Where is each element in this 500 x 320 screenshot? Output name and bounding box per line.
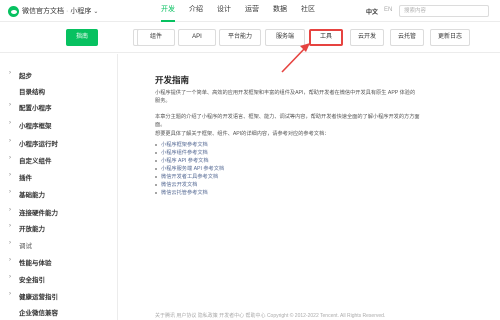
chevron-right-icon: › — [9, 274, 11, 280]
link-server-api-ref[interactable]: 小程序服务端 API 参考文档 — [155, 165, 224, 173]
chevron-right-icon: › — [9, 257, 11, 263]
chevron-right-icon: › — [9, 102, 11, 108]
sidebar: › 起步 目录结构 › 配置小程序 › 小程序框架 › 小程序运行时 › 自定义组件 › 插… — [0, 54, 118, 320]
tab-cloud-hosting[interactable]: 云托管 — [390, 29, 424, 46]
sidebar-item-label: 健康运营指引 — [19, 294, 58, 301]
sidebar-item-custom-component[interactable]: › 自定义组件 — [0, 153, 118, 167]
chevron-right-icon: › — [9, 291, 11, 297]
tab-cloud-dev[interactable]: 云开发 — [350, 29, 384, 46]
doc-tabs: 指南 框架 组件 API 平台能力 服务端 工具 云开发 云托管 更新日志 — [0, 23, 500, 53]
sidebar-item-runtime[interactable]: › 小程序运行时 — [0, 136, 118, 150]
sidebar-item-basic[interactable]: › 基础能力 — [0, 187, 118, 201]
sidebar-item-health[interactable]: › 健康运营指引 — [0, 289, 118, 303]
chevron-right-icon: › — [9, 207, 11, 213]
chevron-right-icon: › — [9, 120, 11, 126]
sidebar-item-debug[interactable]: › 调试 — [0, 238, 118, 252]
sidebar-item-label: 起步 — [19, 73, 32, 80]
nav-item-intro[interactable]: 介绍 — [182, 0, 210, 22]
tab-server[interactable]: 服务端 — [265, 29, 305, 46]
sidebar-item-hardware[interactable]: › 连接硬件能力 — [0, 205, 118, 219]
tab-changelog[interactable]: 更新日志 — [430, 29, 470, 46]
sidebar-item-label: 基础能力 — [19, 192, 45, 199]
link-api-ref[interactable]: 小程序 API 参考文档 — [155, 157, 224, 165]
tab-components[interactable]: 组件 — [137, 29, 175, 46]
sidebar-item-label: 小程序框架 — [19, 123, 52, 130]
sidebar-item-label: 调试 — [19, 243, 32, 250]
link-cloud-hosting-ref[interactable]: 微信云托管参考文档 — [155, 189, 224, 197]
main-nav: 开发 介绍 设计 运营 数据 社区 — [154, 0, 322, 22]
sidebar-item-label: 连接硬件能力 — [19, 210, 58, 217]
brand: 微信官方文档 · 小程序 ⌄ — [22, 6, 98, 16]
chevron-down-icon[interactable]: ⌄ — [93, 8, 98, 15]
tab-api[interactable]: API — [178, 29, 216, 46]
lang-en-link[interactable]: EN — [384, 7, 392, 13]
sidebar-item-start[interactable]: › 起步 — [0, 68, 118, 82]
sidebar-item-label: 插件 — [19, 175, 32, 182]
nav-item-design[interactable]: 设计 — [210, 0, 238, 22]
sidebar-item-performance[interactable]: › 性能与体验 — [0, 255, 118, 269]
sidebar-item-label: 开放能力 — [19, 226, 45, 233]
chevron-right-icon: › — [9, 189, 11, 195]
sidebar-item-label: 企业微信兼容 — [19, 310, 58, 317]
sidebar-item-wecom[interactable]: 企业微信兼容 — [0, 305, 118, 319]
chevron-right-icon: › — [9, 138, 11, 144]
top-bar: 微信官方文档 · 小程序 ⌄ 开发 介绍 设计 运营 数据 社区 中文 EN — [0, 0, 500, 22]
nav-item-data[interactable]: 数据 — [266, 0, 294, 22]
link-framework-ref[interactable]: 小程序框架参考文档 — [155, 141, 224, 149]
main-content: 开发指南 小程序提供了一个简单、高效的应用开发框架和丰富的组件及API，帮助开发… — [119, 54, 500, 320]
sidebar-item-framework[interactable]: › 小程序框架 — [0, 118, 118, 132]
chevron-right-icon: › — [9, 155, 11, 161]
chevron-right-icon: › — [9, 70, 11, 76]
page-title: 开发指南 — [155, 75, 190, 85]
search-input[interactable] — [399, 5, 489, 17]
nav-item-community[interactable]: 社区 — [294, 0, 322, 22]
chevron-right-icon: › — [9, 223, 11, 229]
link-devtools-ref[interactable]: 微信开发者工具参考文档 — [155, 173, 224, 181]
tab-guide[interactable]: 指南 — [66, 29, 98, 46]
reference-links: 小程序框架参考文档 小程序组件参考文档 小程序 API 参考文档 小程序服务端 … — [155, 141, 224, 197]
link-cloud-dev-ref[interactable]: 微信云开发文档 — [155, 181, 224, 189]
sidebar-item-security[interactable]: › 安全指引 — [0, 272, 118, 286]
nav-item-develop[interactable]: 开发 — [154, 0, 182, 22]
lang-zh-link[interactable]: 中文 — [366, 7, 378, 16]
sidebar-item-label: 性能与体验 — [19, 260, 52, 267]
brand-title[interactable]: 微信官方文档 — [22, 8, 64, 15]
link-component-ref[interactable]: 小程序组件参考文档 — [155, 149, 224, 157]
brand-separator: · — [66, 8, 69, 15]
reference-paragraph: 想要更具体了解关于框架、组件、API的详细内容，请参考对应的参考文档： — [155, 131, 330, 137]
chevron-right-icon: › — [9, 240, 11, 246]
sidebar-item-config[interactable]: › 配置小程序 — [0, 100, 118, 114]
sidebar-item-label: 配置小程序 — [19, 105, 52, 112]
sidebar-item-label: 目录结构 — [19, 89, 45, 96]
sidebar-item-label: 安全指引 — [19, 277, 45, 284]
nav-item-operation[interactable]: 运营 — [238, 0, 266, 22]
footer: 关于腾讯 用户协议 隐私政策 开发者中心 帮助中心 Copyright © 20… — [155, 313, 386, 319]
sidebar-item-open[interactable]: › 开放能力 — [0, 221, 118, 235]
sidebar-item-structure[interactable]: 目录结构 — [0, 84, 118, 98]
intro-paragraph: 小程序提供了一个简单、高效的应用开发框架和丰富的组件及API，帮助开发者在微信中… — [155, 90, 416, 104]
wechat-logo-icon[interactable] — [8, 6, 19, 17]
brand-section[interactable]: 小程序 — [70, 8, 91, 15]
tab-tools[interactable]: 工具 — [309, 29, 343, 46]
sidebar-item-plugin[interactable]: › 插件 — [0, 170, 118, 184]
sidebar-item-label: 小程序运行时 — [19, 141, 58, 148]
sidebar-item-label: 自定义组件 — [19, 158, 52, 165]
overview-paragraph: 本章分主题的介绍了小程序的开发语言、框架、能力、调试等内容，帮助开发者快速全面的… — [155, 114, 420, 128]
tab-platform[interactable]: 平台能力 — [219, 29, 261, 46]
chevron-right-icon: › — [9, 172, 11, 178]
